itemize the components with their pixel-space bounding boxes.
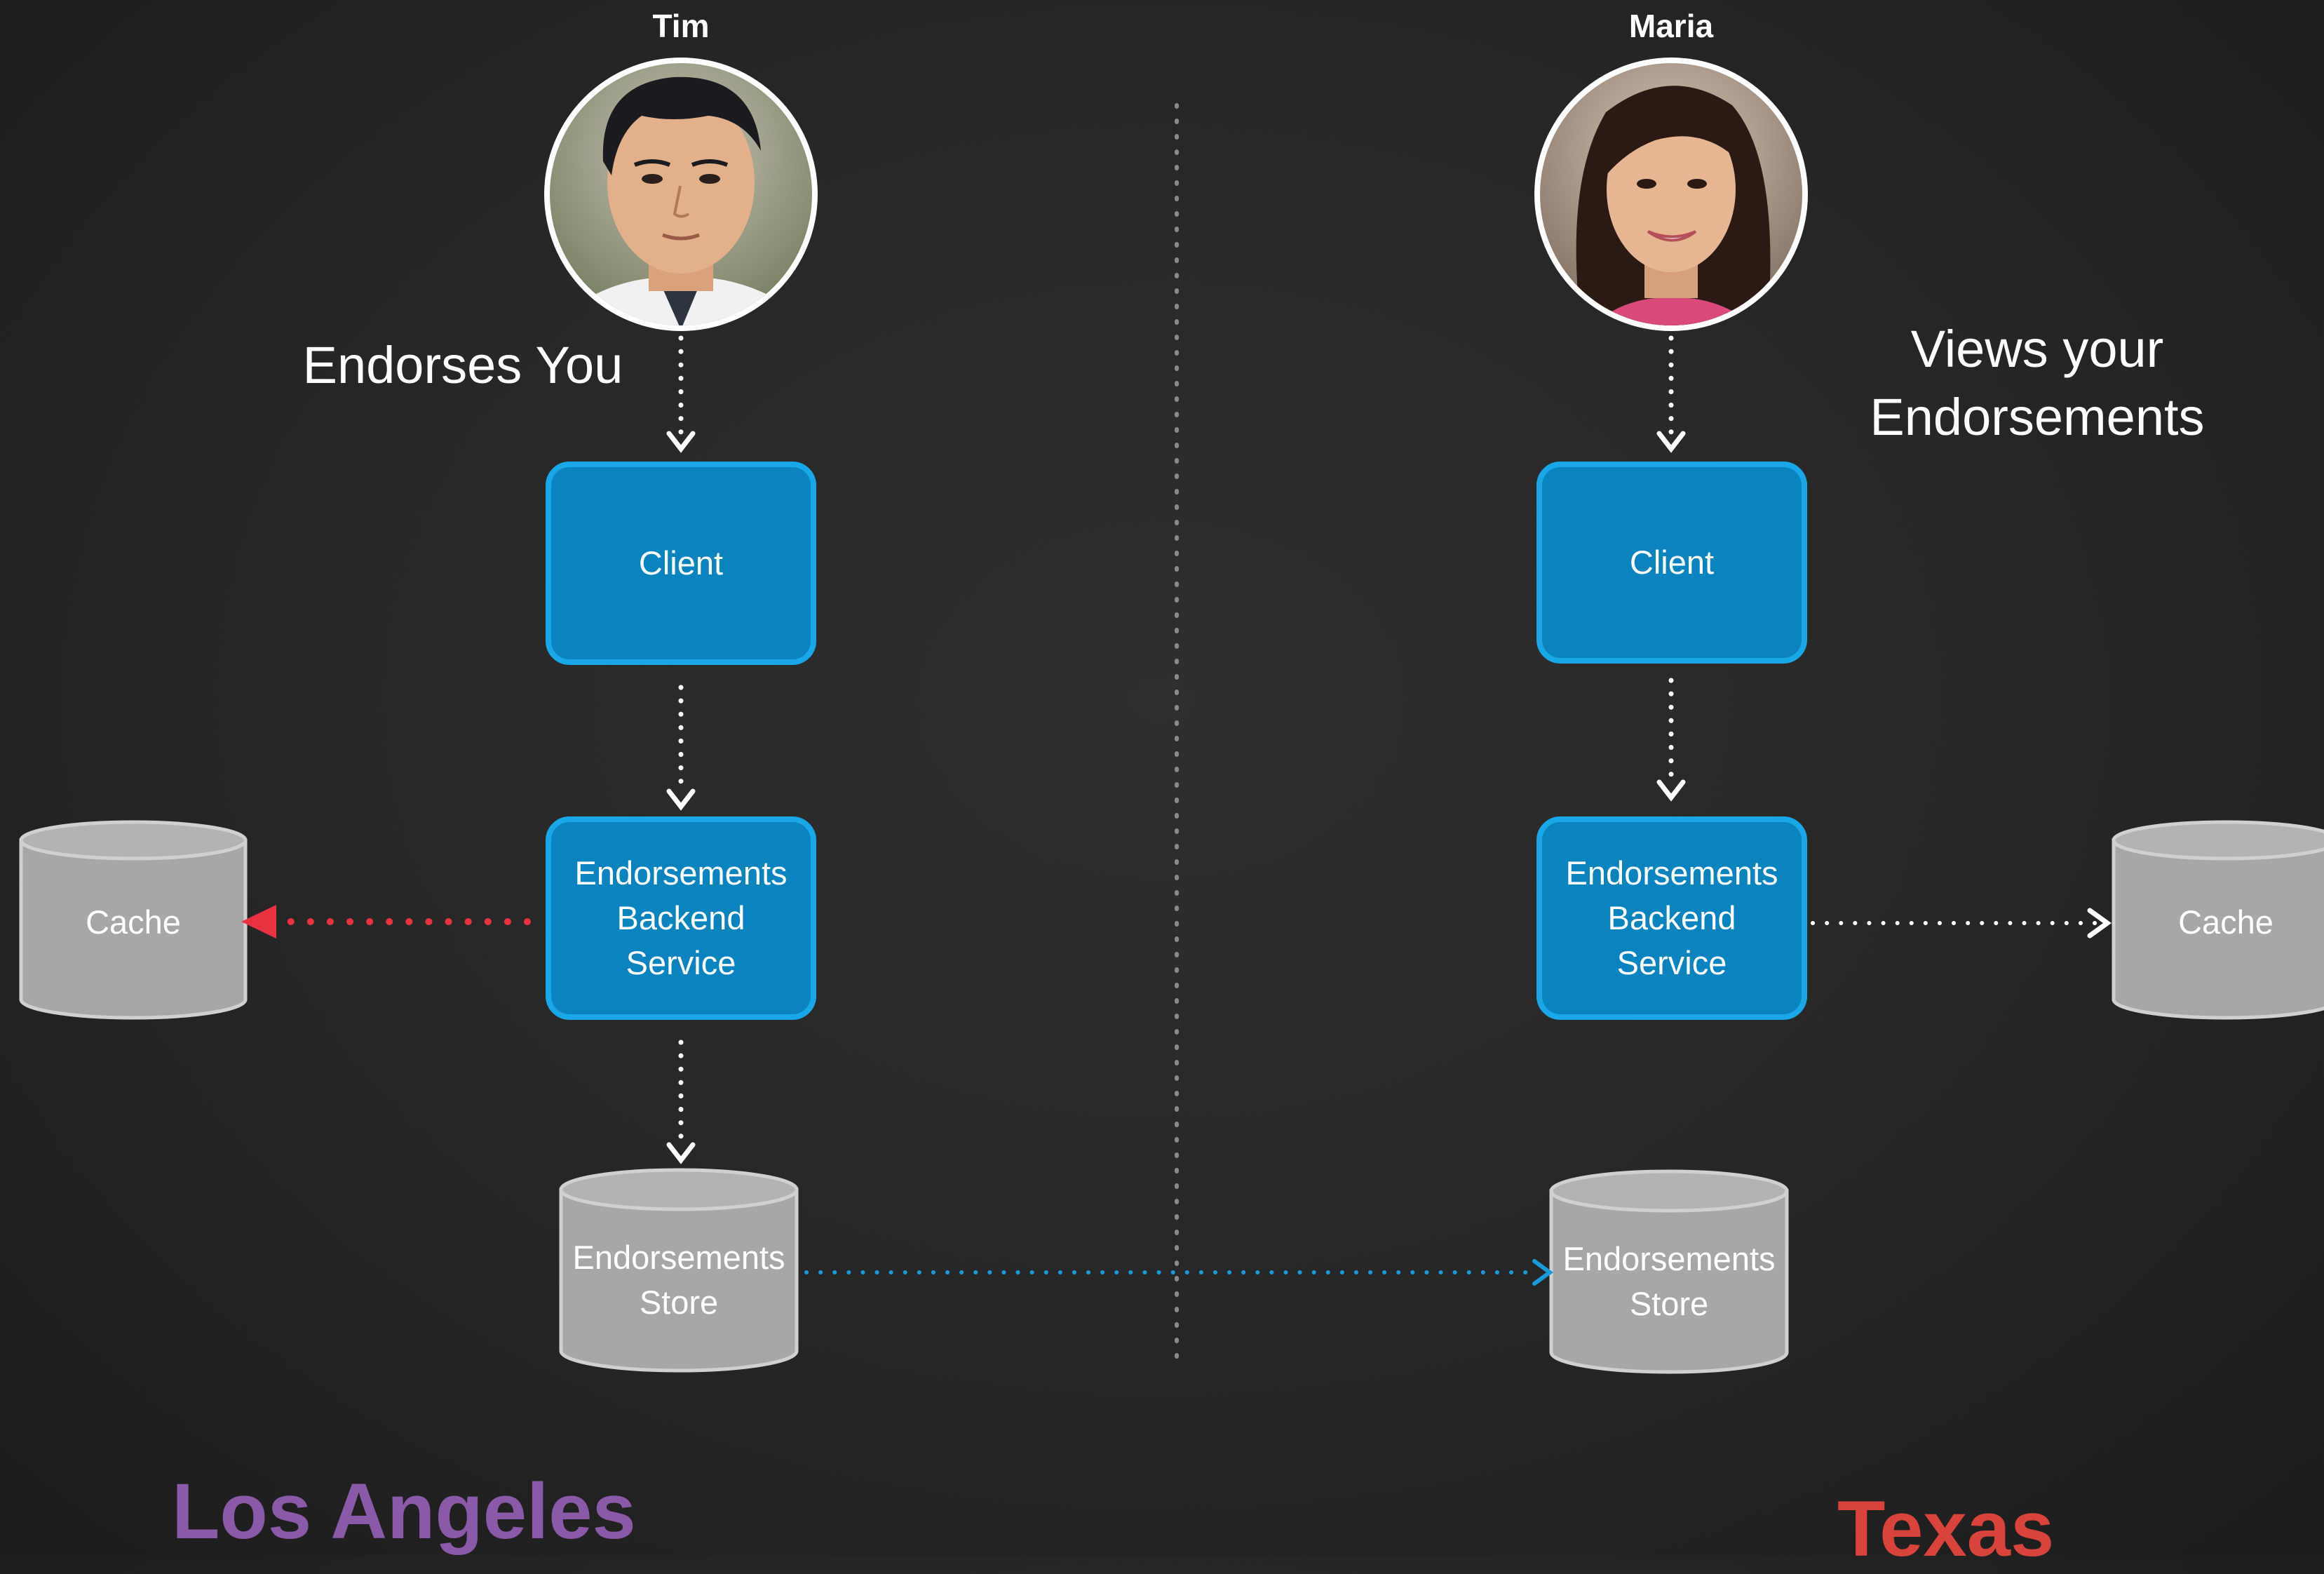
caption-views-line1: Views your — [1910, 320, 2164, 378]
arrow-backend-to-cache-right — [1811, 908, 2112, 939]
right-store-label: Endorsements Store — [1562, 1240, 1776, 1322]
arrow-maria-to-client — [1656, 335, 1686, 453]
right-cache-label: Cache — [2178, 903, 2274, 941]
left-backend-label: Endorsements Backend Service — [574, 854, 788, 981]
arrow-backend-to-store-left — [666, 1040, 696, 1164]
left-cache-label: Cache — [86, 903, 181, 941]
architecture-diagram — [19, 58, 2324, 1374]
arrow-client-to-backend-right — [1656, 678, 1686, 802]
arrow-tim-to-client — [666, 335, 696, 453]
person-name-maria: Maria — [1628, 8, 1714, 44]
person-name-tim: Tim — [652, 8, 710, 44]
region-label-los-angeles: Los Angeles — [172, 1467, 636, 1555]
avatar-maria — [1534, 58, 1808, 331]
left-client-label: Client — [638, 544, 724, 581]
left-store-label: Endorsements Store — [572, 1239, 785, 1321]
avatar-tim — [544, 58, 818, 331]
right-backend-label: Endorsements Backend Service — [1565, 854, 1778, 981]
arrow-client-to-backend-left — [666, 685, 696, 811]
caption-endorses-you: Endorses You — [302, 336, 623, 394]
right-client-label: Client — [1629, 544, 1715, 581]
arrow-backend-to-cache-left — [241, 905, 531, 939]
region-label-texas: Texas — [1837, 1485, 2055, 1573]
caption-views-line2: Endorsements — [1870, 388, 2205, 446]
